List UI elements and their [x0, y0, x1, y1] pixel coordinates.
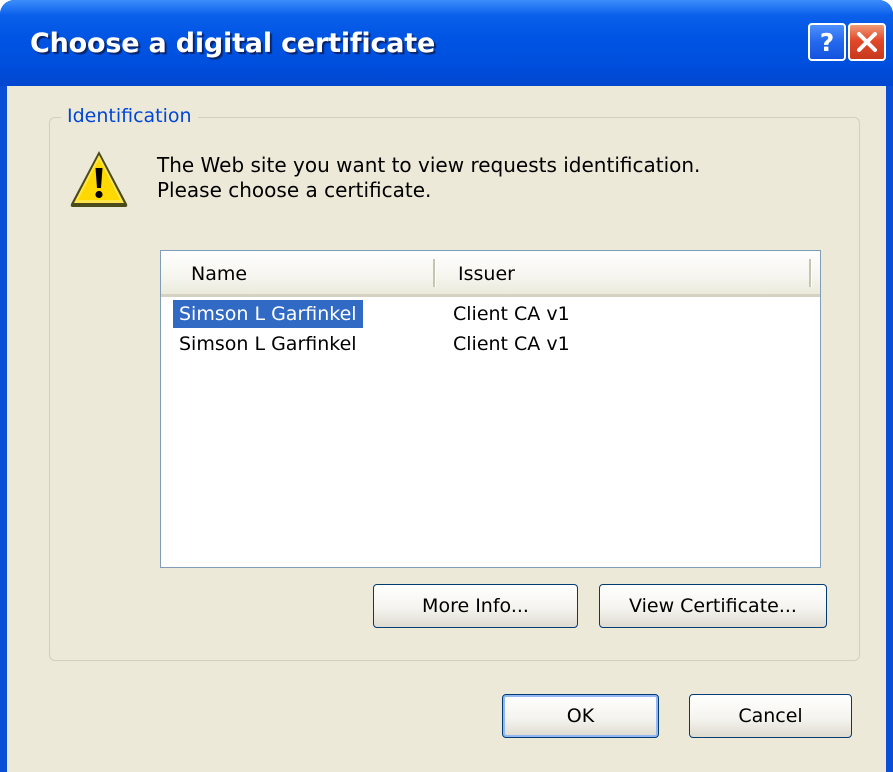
list-header: Name Issuer: [161, 251, 820, 297]
help-button[interactable]: ?: [808, 23, 846, 61]
row-name-cell: Simson L Garfinkel: [179, 333, 357, 355]
ok-button[interactable]: OK: [502, 694, 659, 738]
help-glyph: ?: [820, 28, 835, 57]
column-header-issuer[interactable]: Issuer: [458, 251, 515, 294]
dialog-body: Identification The Web site you want to …: [7, 86, 886, 772]
title-bar[interactable]: Choose a digital certificate ?: [0, 0, 893, 86]
more-info-button[interactable]: More Info...: [373, 584, 578, 628]
group-legend: Identification: [61, 105, 198, 127]
row-issuer-cell: Client CA v1: [453, 333, 570, 355]
window-title: Choose a digital certificate: [30, 28, 436, 59]
help-icon: ?: [820, 28, 835, 57]
cancel-button[interactable]: Cancel: [689, 694, 852, 738]
certificate-dialog: Choose a digital certificate ? Identific…: [0, 0, 893, 772]
row-issuer-cell: Client CA v1: [453, 303, 570, 325]
view-certificate-button[interactable]: View Certificate...: [599, 584, 827, 628]
table-row[interactable]: Simson L Garfinkel Client CA v1: [161, 330, 820, 358]
table-row[interactable]: Simson L Garfinkel Client CA v1: [161, 300, 820, 328]
column-divider[interactable]: [433, 259, 436, 287]
column-header-name[interactable]: Name: [191, 251, 247, 294]
close-button[interactable]: [848, 23, 886, 61]
request-message: The Web site you want to view requests i…: [157, 153, 701, 202]
warning-icon: [70, 151, 128, 207]
column-divider[interactable]: [809, 259, 812, 287]
row-name-cell: Simson L Garfinkel: [173, 300, 363, 328]
certificate-list[interactable]: Name Issuer Simson L Garfinkel Client CA…: [160, 250, 821, 568]
close-icon: [857, 32, 877, 52]
